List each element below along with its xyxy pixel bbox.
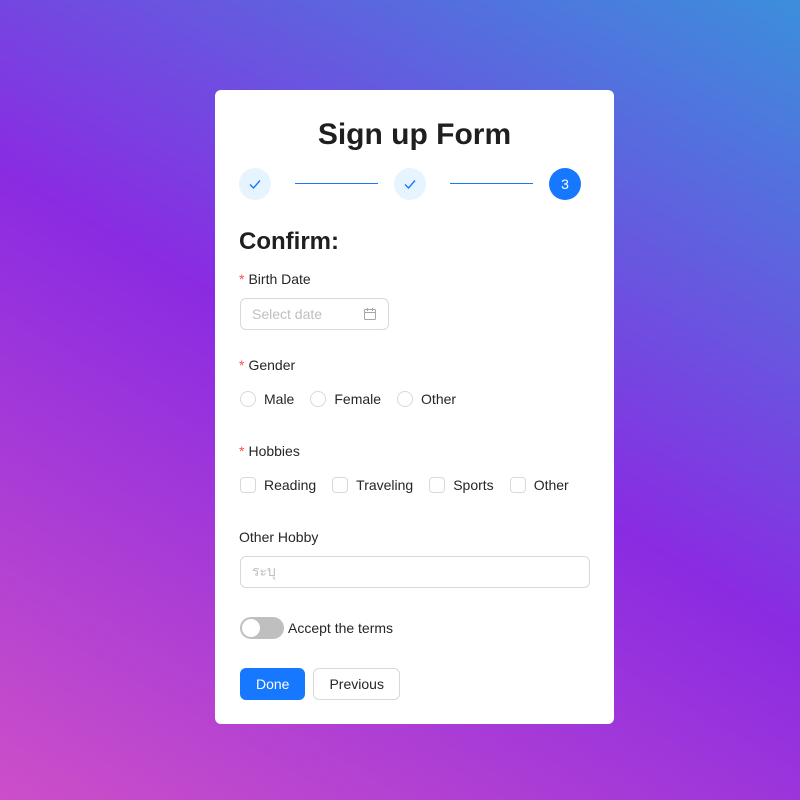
radio-button[interactable] <box>310 391 327 407</box>
gender-label: * Gender <box>239 357 295 373</box>
other-hobby-input[interactable]: ระบุ <box>240 556 590 588</box>
birth-date-label: * Birth Date <box>239 271 311 287</box>
gender-label-text: Gender <box>248 357 296 373</box>
done-button[interactable]: Done <box>240 668 306 700</box>
hobby-option-sports[interactable]: Sports <box>429 477 494 493</box>
birth-date-placeholder: Select date <box>252 306 323 322</box>
hobbies-label: * Hobbies <box>239 443 300 459</box>
checkbox[interactable] <box>429 477 446 493</box>
gender-option-label: Other <box>421 391 457 407</box>
previous-button[interactable]: Previous <box>313 668 400 700</box>
hobby-option-other[interactable]: Other <box>509 477 569 493</box>
hobby-option-traveling[interactable]: Traveling <box>332 477 413 493</box>
section-title: Confirm: <box>239 228 339 255</box>
step-connector-1 <box>295 183 378 184</box>
calendar-icon <box>364 308 376 320</box>
hobby-option-label: Sports <box>453 477 494 493</box>
hobby-option-label: Other <box>533 477 569 493</box>
gender-option-other[interactable]: Other <box>397 391 456 407</box>
check-icon <box>249 180 261 190</box>
gender-option-label: Female <box>334 391 382 407</box>
radio-button[interactable] <box>240 391 256 407</box>
hobby-option-reading[interactable]: Reading <box>240 477 316 493</box>
gender-option-male[interactable]: Male <box>240 391 294 407</box>
form-title: Sign up Form <box>317 118 512 151</box>
step-3[interactable]: 3 <box>549 168 581 200</box>
terms-label: Accept the terms <box>288 620 394 636</box>
required-mark: * <box>239 357 245 373</box>
other-hobby-placeholder: ระบุ <box>252 563 276 579</box>
other-hobby-label: Other Hobby <box>239 529 319 545</box>
checkbox[interactable] <box>332 477 349 493</box>
radio-button[interactable] <box>397 391 414 407</box>
hobbies-label-text: Hobbies <box>248 443 300 459</box>
required-mark: * <box>239 271 245 287</box>
steps-indicator: 3 <box>239 168 590 200</box>
hobbies-checkbox-group: Reading Traveling Sports Other <box>240 477 585 493</box>
gender-option-female[interactable]: Female <box>310 391 381 407</box>
gender-option-label: Male <box>264 391 295 407</box>
signup-form-card: Sign up Form 3 Confirm: * Birth Date Sele… <box>215 90 614 724</box>
checkbox[interactable] <box>240 477 256 493</box>
gender-radio-group: Male Female Other <box>240 391 472 407</box>
check-icon <box>404 180 416 190</box>
hobby-option-label: Reading <box>264 477 317 493</box>
toggle-knob <box>242 619 260 637</box>
step-2[interactable] <box>394 168 426 200</box>
birth-date-label-text: Birth Date <box>248 271 311 287</box>
terms-row: Accept the terms <box>240 617 393 639</box>
birth-date-picker[interactable]: Select date <box>240 298 389 330</box>
hobby-option-label: Traveling <box>356 477 414 493</box>
form-actions: Done Previous <box>240 668 408 700</box>
step-connector-2 <box>450 183 533 184</box>
step-1[interactable] <box>239 168 271 200</box>
terms-toggle[interactable] <box>240 617 284 639</box>
step-number: 3 <box>561 176 569 192</box>
required-mark: * <box>239 443 245 459</box>
checkbox[interactable] <box>509 477 526 493</box>
